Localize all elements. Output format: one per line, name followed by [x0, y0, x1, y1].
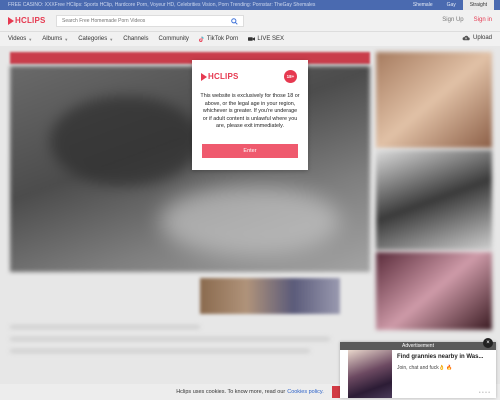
- search-input[interactable]: [62, 18, 222, 24]
- close-icon[interactable]: ×: [483, 338, 493, 348]
- gay-link[interactable]: Gay: [440, 0, 463, 10]
- sidebar-ad[interactable]: [376, 252, 492, 330]
- cloud-upload-icon: [462, 35, 470, 41]
- upload-label: Upload: [472, 35, 492, 41]
- age-18-badge: 18+: [284, 70, 297, 83]
- age-warning-text: This website is exclusively for those 18…: [200, 93, 300, 129]
- auth-links: Sign Up Sign in: [442, 17, 492, 23]
- sidebar-ad[interactable]: [376, 150, 492, 250]
- blurred-line: [10, 349, 310, 353]
- search-bar: [56, 15, 244, 27]
- nav-label: Channels: [123, 36, 149, 42]
- signin-link[interactable]: Sign in: [474, 17, 492, 23]
- nav-label: Albums: [42, 36, 63, 42]
- nav-albums[interactable]: Albums ▼: [42, 36, 68, 42]
- search-icon[interactable]: [231, 18, 238, 25]
- nav-label: LIVE SEX: [257, 36, 285, 42]
- tiktok-icon: [199, 36, 204, 42]
- enter-button[interactable]: Enter: [202, 144, 298, 158]
- ad-title[interactable]: Find grannies nearby in Was...: [397, 354, 483, 360]
- video-frame-shadow: [50, 96, 200, 186]
- orientation-switch: Shemale Gay Straight: [406, 0, 494, 10]
- cookie-text: Hclips uses cookies. To know more, read …: [176, 389, 286, 395]
- blurred-line: [10, 325, 200, 329]
- shemale-link[interactable]: Shemale: [406, 0, 440, 10]
- nav-categories[interactable]: Categories ▼: [78, 36, 113, 42]
- ad-header: Advertisement: [340, 342, 496, 350]
- logo-text: HCLIPS: [15, 16, 46, 25]
- nav-live-sex[interactable]: LIVE SEX: [248, 36, 284, 42]
- chevron-down-icon: ▼: [64, 36, 69, 42]
- blurred-banner: [10, 52, 370, 64]
- site-logo[interactable]: HCLIPS: [8, 16, 46, 25]
- nav-label: Categories: [78, 36, 108, 42]
- ad-image[interactable]: [348, 350, 392, 398]
- sidebar-ad[interactable]: [376, 52, 492, 148]
- upload-button[interactable]: Upload: [462, 35, 492, 41]
- promo-links[interactable]: FREE CASINO: XXXFree HClips: Sports HCli…: [8, 2, 348, 8]
- blurred-related-strip: [10, 278, 370, 318]
- camera-icon: [248, 37, 256, 41]
- ad-subtitle: Join, chat and fuck👌 🔥: [397, 365, 453, 371]
- blurred-line: [10, 337, 330, 341]
- nav-label: Community: [158, 36, 189, 42]
- logo-text: HCLIPS: [208, 72, 239, 81]
- chevron-down-icon: ▼: [109, 36, 114, 42]
- main-nav: Videos ▼ Albums ▼ Categories ▼ Channels Com…: [0, 32, 500, 46]
- ad-indicator: • • • •: [478, 390, 490, 396]
- modal-logo: HCLIPS: [201, 72, 239, 81]
- signup-link[interactable]: Sign Up: [442, 17, 463, 23]
- site-header: HCLIPS Sign Up Sign in: [0, 10, 500, 32]
- straight-link[interactable]: Straight: [462, 0, 494, 10]
- age-verification-modal: HCLIPS 18+ This website is exclusively f…: [192, 60, 308, 170]
- nav-tiktok-porn[interactable]: TikTok Porn: [199, 36, 238, 42]
- blurred-thumbnails: [200, 278, 340, 314]
- play-icon: [201, 72, 207, 81]
- blurred-text-lines: [10, 325, 340, 375]
- nav-videos[interactable]: Videos ▼: [8, 36, 32, 42]
- promo-bar: FREE CASINO: XXXFree HClips: Sports HCli…: [0, 0, 500, 10]
- play-icon: [8, 16, 14, 25]
- video-frame-highlight: [160, 186, 340, 256]
- nav-label: TikTok Porn: [206, 36, 239, 42]
- advertisement-popup[interactable]: Advertisement × Find grannies nearby in …: [340, 338, 496, 398]
- nav-community[interactable]: Community: [159, 36, 189, 42]
- cookie-policy-link[interactable]: Cookies policy.: [287, 389, 324, 395]
- chevron-down-icon: ▼: [28, 36, 33, 42]
- nav-channels[interactable]: Channels: [123, 36, 148, 42]
- video-player[interactable]: [10, 66, 370, 272]
- nav-label: Videos: [8, 36, 27, 42]
